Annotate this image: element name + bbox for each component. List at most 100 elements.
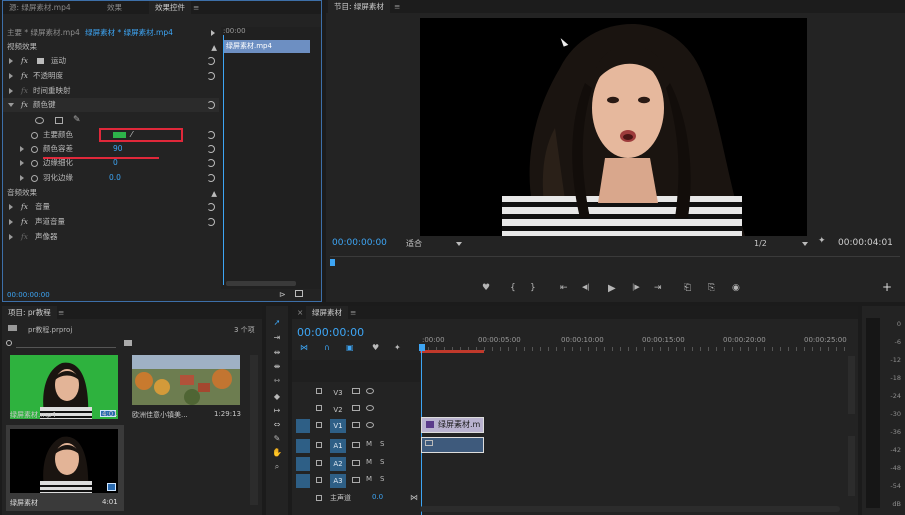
fx-icon[interactable]: fx <box>21 98 28 112</box>
zoom-tool-icon[interactable]: ⌕ <box>270 462 284 474</box>
expand-icon[interactable] <box>9 219 13 225</box>
breadcrumb-clip[interactable]: 绿屏素材 * 绿屏素材.mp4 <box>85 28 173 37</box>
timeline-playhead-handle[interactable] <box>419 344 425 351</box>
go-to-end-icon[interactable]: ⋈ <box>410 493 418 502</box>
lock-icon[interactable] <box>316 422 322 428</box>
reset-icon[interactable] <box>207 159 215 167</box>
track-label-v3[interactable]: V3 <box>330 386 346 400</box>
sync-icon[interactable] <box>352 422 360 428</box>
export-frame-button[interactable]: ◉ <box>732 283 740 293</box>
feather-value[interactable]: 0.0 <box>109 171 121 185</box>
lock-icon[interactable] <box>316 495 322 501</box>
reset-icon[interactable] <box>207 101 215 109</box>
wrench-icon[interactable]: ✦ <box>818 236 826 246</box>
reset-icon[interactable] <box>207 203 215 211</box>
export-icon[interactable] <box>295 290 303 297</box>
timeline-ruler[interactable]: :00:00 00:00:05:00 00:00:10:00 00:00:15:… <box>420 334 850 354</box>
hand-tool-icon[interactable]: ✋ <box>270 448 284 460</box>
fx-icon[interactable]: fx <box>21 200 28 214</box>
timeline-title[interactable]: 绿屏素材 <box>306 306 348 319</box>
tab-effects[interactable]: 效果 <box>101 1 128 14</box>
work-area-bar[interactable] <box>420 350 484 353</box>
expand-icon[interactable] <box>9 73 13 79</box>
stopwatch-icon[interactable] <box>31 174 38 182</box>
tolerance-value[interactable]: 90 <box>113 142 123 156</box>
tab-source[interactable]: 源: 绿屏素材.mp4 <box>3 1 77 14</box>
fit-dropdown[interactable]: 适合 <box>406 238 462 249</box>
fx-icon[interactable]: fx <box>21 69 28 83</box>
sync-icon[interactable] <box>352 388 360 394</box>
source-patch-a3[interactable] <box>296 474 310 488</box>
filter-icon[interactable]: ⊳ <box>279 290 286 299</box>
resolution-dropdown[interactable]: 1/2 <box>754 238 808 249</box>
track-label-v1[interactable]: V1 <box>330 419 346 433</box>
scrollbar[interactable] <box>226 281 296 286</box>
effect-controls-timecode[interactable]: 00:00:00:00 <box>7 291 50 299</box>
expand-icon[interactable] <box>9 88 13 94</box>
new-bin-icon[interactable] <box>124 340 132 346</box>
tab-effect-controls[interactable]: 效果控件 <box>149 1 191 14</box>
effect-volume[interactable]: fx 音量 <box>3 200 219 214</box>
linked-selection-icon[interactable]: ▣ <box>346 343 354 352</box>
track-label-a2[interactable]: A2 <box>330 457 346 471</box>
lock-icon[interactable] <box>316 477 322 483</box>
program-timecode[interactable]: 00:00:00:00 <box>332 238 387 248</box>
wrench-icon[interactable]: ✦ <box>394 343 401 352</box>
track-label-a3[interactable]: A3 <box>330 474 346 488</box>
play-button[interactable]: ▶ <box>608 283 616 294</box>
project-item-sequence[interactable]: 绿屏素材 4:01 <box>6 425 124 511</box>
sync-icon[interactable] <box>352 460 360 466</box>
rolling-edit-tool-icon[interactable]: ⇼ <box>270 362 284 374</box>
expand-icon[interactable] <box>20 146 24 152</box>
project-title[interactable]: 项目: pr教程 <box>2 306 57 319</box>
close-tab-icon[interactable]: × <box>294 306 306 319</box>
track-select-tool-icon[interactable]: ⇥ <box>270 333 284 345</box>
add-marker-icon[interactable]: ♥ <box>372 343 379 352</box>
expand-icon[interactable] <box>20 160 24 166</box>
sync-icon[interactable] <box>352 405 360 411</box>
expand-icon[interactable] <box>20 175 24 181</box>
timeline-v-scrollbar-top[interactable] <box>848 356 855 414</box>
fx-icon[interactable]: fx <box>21 54 28 68</box>
pen-mask-icon[interactable]: ✎ <box>73 113 81 127</box>
fx-icon[interactable]: fx <box>21 215 28 229</box>
lift-button[interactable]: ⎗ <box>684 283 691 293</box>
effect-motion[interactable]: fx 运动 <box>3 54 219 68</box>
effect-opacity[interactable]: fx 不透明度 <box>3 69 219 83</box>
program-playhead[interactable] <box>330 259 335 266</box>
step-forward-button[interactable]: |▶ <box>632 283 640 291</box>
effect-panner[interactable]: fx 声像器 <box>3 230 219 244</box>
mark-in-button[interactable]: { <box>510 283 516 293</box>
sync-icon[interactable] <box>352 442 360 448</box>
project-item-town-clip[interactable] <box>132 355 240 405</box>
timeline-clip-v1[interactable]: 绿屏素材.m <box>421 417 484 433</box>
stopwatch-icon[interactable] <box>31 159 38 167</box>
collapse-icon[interactable] <box>8 103 14 107</box>
razor-tool-icon[interactable]: ◆ <box>270 392 284 404</box>
lock-icon[interactable] <box>316 460 322 466</box>
track-label-a1[interactable]: A1 <box>330 439 346 453</box>
pen-tool-icon[interactable]: ✎ <box>270 434 284 446</box>
collapse-up-icon[interactable]: ▲ <box>211 187 217 201</box>
panel-menu-icon[interactable]: ≡ <box>58 306 64 319</box>
play-only-icon[interactable] <box>211 30 215 36</box>
nest-icon[interactable]: ⋈ <box>300 343 308 352</box>
effect-channel-volume[interactable]: fx 声道音量 <box>3 215 219 229</box>
project-scrollbar[interactable] <box>250 355 258 505</box>
solo-button[interactable]: S <box>380 475 384 483</box>
mute-button[interactable]: M <box>366 475 372 483</box>
reset-icon[interactable] <box>207 57 215 65</box>
panel-menu-icon[interactable]: ≡ <box>350 306 356 319</box>
source-patch-a2[interactable] <box>296 457 310 471</box>
step-back-button[interactable]: ◀| <box>582 283 590 291</box>
add-button-icon[interactable]: + <box>882 280 892 294</box>
stopwatch-icon[interactable] <box>31 145 38 153</box>
reset-icon[interactable] <box>207 218 215 226</box>
stopwatch-icon[interactable] <box>31 131 38 139</box>
effect-time-remap[interactable]: fx 时间重映射 <box>3 84 219 98</box>
timeline-h-scrollbar[interactable] <box>420 506 840 512</box>
reset-icon[interactable] <box>207 174 215 182</box>
reset-icon[interactable] <box>207 72 215 80</box>
slide-tool-icon[interactable]: ⇔ <box>270 420 284 432</box>
lock-icon[interactable] <box>316 442 322 448</box>
